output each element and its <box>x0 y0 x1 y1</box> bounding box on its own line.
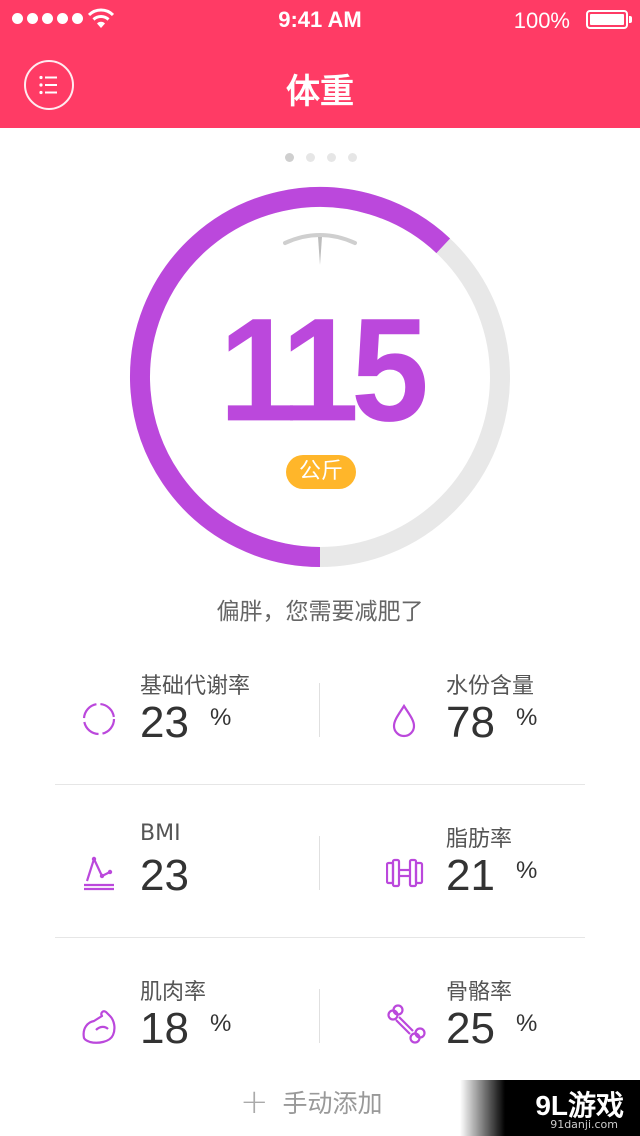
metric-value: 21 <box>446 851 495 900</box>
column-divider <box>319 683 320 737</box>
row-divider <box>55 784 585 785</box>
metric-water[interactable]: 水份含量 78 % <box>386 668 616 768</box>
metric-unit: % <box>516 1010 538 1037</box>
page-dot-1[interactable] <box>285 153 294 162</box>
scale-pointer-icon <box>283 233 357 265</box>
dumbbell-icon <box>386 858 424 888</box>
watermark-url: 91danji.com <box>550 1118 618 1131</box>
metric-unit: % <box>210 704 232 731</box>
metric-bmr[interactable]: 基础代谢率 23 % <box>80 668 310 768</box>
column-divider <box>319 836 320 890</box>
metric-label: 基础代谢率 <box>140 674 251 699</box>
metric-label: 水份含量 <box>446 674 535 699</box>
metric-bone[interactable]: 骨骼率 25 % <box>386 974 616 1074</box>
column-divider <box>319 989 320 1043</box>
page-dot-4[interactable] <box>348 153 357 162</box>
bmi-chart-icon <box>84 856 114 891</box>
battery-percent: 100% <box>513 8 570 33</box>
plus-icon: + <box>240 1082 269 1122</box>
battery-icon <box>586 10 632 29</box>
metric-value: 23 <box>140 698 189 747</box>
metric-value: 23 <box>140 851 189 900</box>
page-indicator[interactable] <box>285 153 357 162</box>
metric-value: 18 <box>140 1004 189 1053</box>
metric-muscle[interactable]: 肌肉率 18 % <box>80 974 310 1074</box>
metric-value: 78 <box>446 698 495 747</box>
site-watermark: 9L游戏 91danji.com <box>460 1080 640 1136</box>
metric-value: 25 <box>446 1004 495 1053</box>
unit-badge: 公斤 <box>286 455 356 489</box>
metric-label: 脂肪率 <box>446 827 513 852</box>
muscle-arm-icon <box>82 1010 116 1044</box>
metric-label: 骨骼率 <box>446 980 513 1005</box>
page-dot-3[interactable] <box>327 153 336 162</box>
bone-icon <box>387 1004 426 1044</box>
add-manual-button[interactable]: + 手动添加 <box>240 1082 383 1122</box>
status-bar: 9:41 AM 100% <box>0 0 640 40</box>
metabolism-icon <box>82 702 116 736</box>
page-title: 体重 <box>286 72 354 112</box>
water-drop-icon <box>392 703 416 738</box>
weight-status-message: 偏胖，您需要减肥了 <box>216 599 424 625</box>
metric-unit: % <box>516 857 538 884</box>
metric-unit: % <box>516 704 538 731</box>
weight-value: 115 <box>219 287 429 452</box>
metric-fat[interactable]: 脂肪率 21 % <box>386 821 616 921</box>
metric-label: 肌肉率 <box>140 980 207 1005</box>
metric-label: BMI <box>140 821 181 846</box>
row-divider <box>55 937 585 938</box>
metric-unit: % <box>210 1010 232 1037</box>
add-manual-label: 手动添加 <box>282 1089 383 1118</box>
page-dot-2[interactable] <box>306 153 315 162</box>
header-bar: 9:41 AM 100% 体重 <box>0 0 640 128</box>
metric-bmi[interactable]: BMI 23 <box>80 821 310 921</box>
